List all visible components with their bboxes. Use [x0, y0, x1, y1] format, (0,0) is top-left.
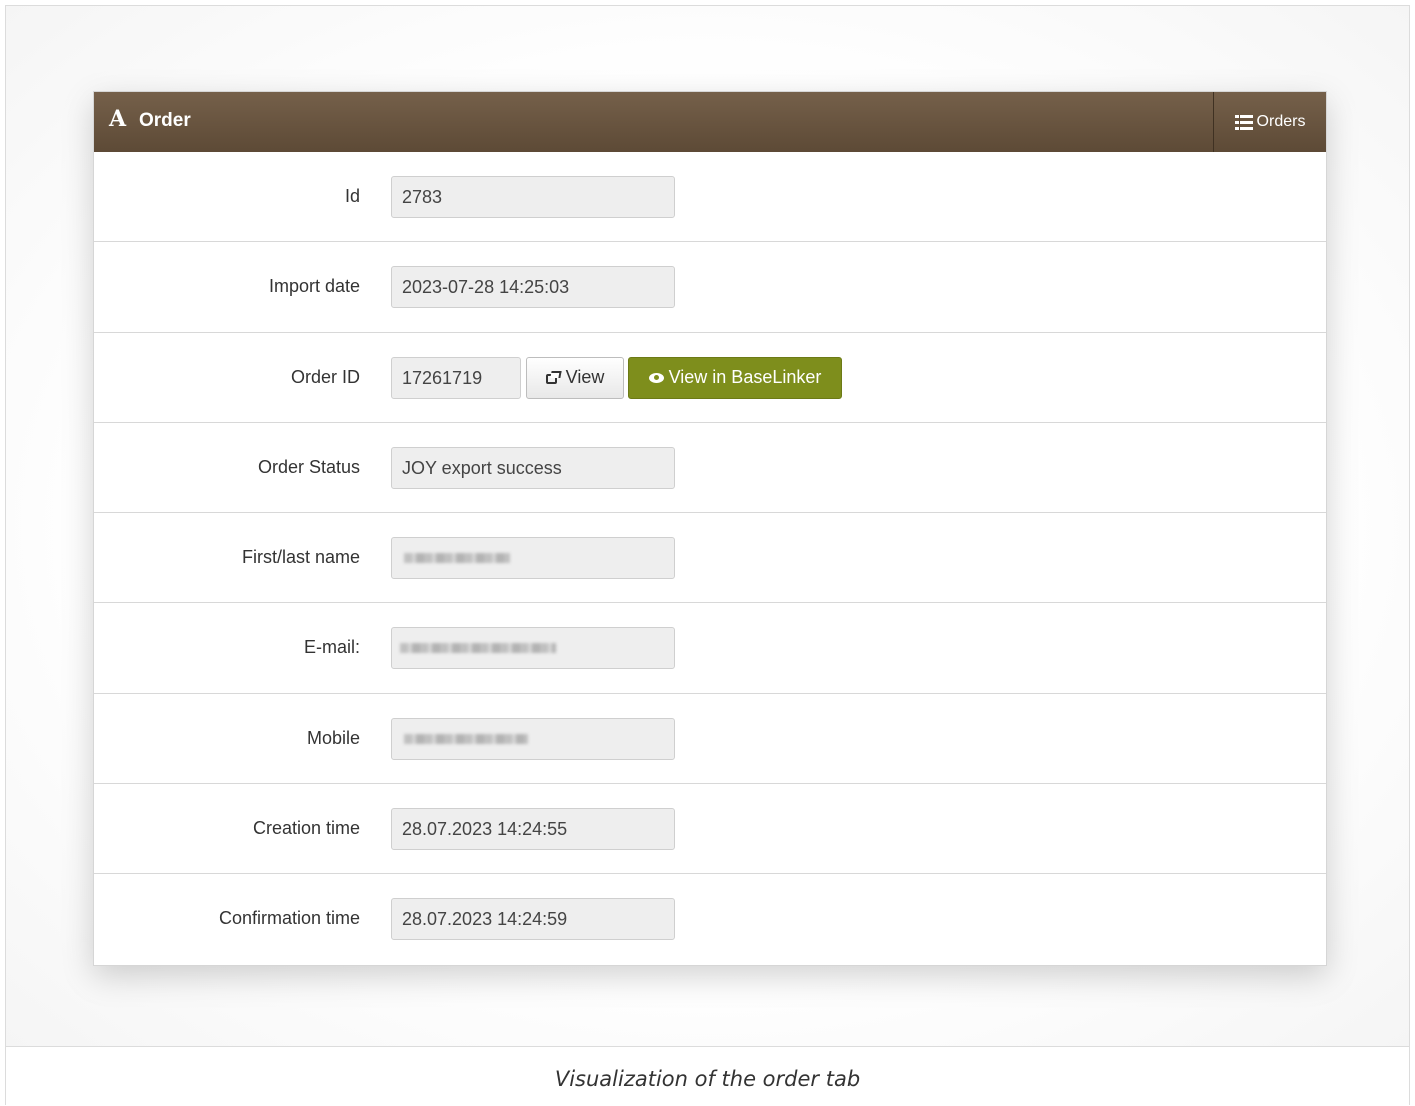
order-id-label: Order ID: [290, 366, 360, 387]
creation-time-field[interactable]: 28.07.2023 14:24:55: [391, 808, 675, 851]
field-row-mobile: Mobile: [94, 694, 1326, 785]
id-field[interactable]: 2783: [391, 176, 675, 218]
eye-icon: [648, 372, 664, 383]
order-panel: A Order Orders Id 2783 Import date 2023-…: [93, 91, 1327, 966]
panel-header: A Order Orders: [94, 92, 1326, 152]
field-row-order-status: Order Status JOY export success: [94, 423, 1326, 514]
view-button-label: View: [565, 367, 605, 388]
field-row-confirmation-time: Confirmation time 28.07.2023 14:24:59: [94, 874, 1326, 964]
confirmation-time-field[interactable]: 28.07.2023 14:24:59: [391, 898, 675, 941]
mobile-label: Mobile: [306, 727, 360, 748]
view-in-baselinker-label: View in BaseLinker: [668, 367, 822, 388]
field-row-id: Id 2783: [94, 152, 1326, 243]
order-status-field[interactable]: JOY export success: [391, 446, 675, 489]
orders-button-label: Orders: [1256, 113, 1306, 130]
email-label: E-mail:: [303, 637, 360, 658]
name-field[interactable]: [391, 537, 675, 580]
caption-bar: Visualization of the order tab: [6, 1046, 1409, 1106]
field-row-order-id: Order ID 17261719 View View in BaseLinke…: [94, 333, 1326, 423]
field-row-email: E-mail:: [94, 603, 1326, 694]
order-fields: Id 2783 Import date 2023-07-28 14:25:03 …: [94, 152, 1326, 965]
order-status-label: Order Status: [257, 456, 360, 477]
field-row-import-date: Import date 2023-07-28 14:25:03: [94, 242, 1326, 333]
field-row-creation-time: Creation time 28.07.2023 14:24:55: [94, 784, 1326, 875]
import-date-field[interactable]: 2023-07-28 14:25:03: [391, 266, 675, 309]
email-field[interactable]: [391, 627, 675, 670]
creation-time-label: Creation time: [252, 818, 360, 839]
redacted-mobile: [404, 733, 528, 744]
mobile-field[interactable]: [391, 717, 675, 760]
name-label: First/last name: [241, 547, 360, 568]
external-link-icon: [545, 371, 562, 385]
order-id-field[interactable]: 17261719: [391, 356, 521, 399]
panel-title: Order: [139, 110, 191, 131]
figure-caption: Visualization of the order tab: [554, 1067, 861, 1091]
view-in-baselinker-button[interactable]: View in BaseLinker: [628, 356, 842, 399]
import-date-label: Import date: [268, 276, 360, 297]
field-row-name: First/last name: [94, 513, 1326, 604]
confirmation-time-label: Confirmation time: [218, 908, 360, 929]
view-button[interactable]: View: [526, 356, 624, 399]
font-a-icon: A: [109, 106, 127, 132]
orders-button[interactable]: Orders: [1213, 92, 1326, 152]
figure-frame: A Order Orders Id 2783 Import date 2023-…: [5, 5, 1410, 1106]
list-icon: [1234, 114, 1253, 130]
screenshot-stage: A Order Orders Id 2783 Import date 2023-…: [6, 6, 1409, 1046]
redacted-email: [400, 643, 556, 654]
id-label: Id: [344, 186, 360, 206]
redacted-name: [404, 553, 510, 564]
